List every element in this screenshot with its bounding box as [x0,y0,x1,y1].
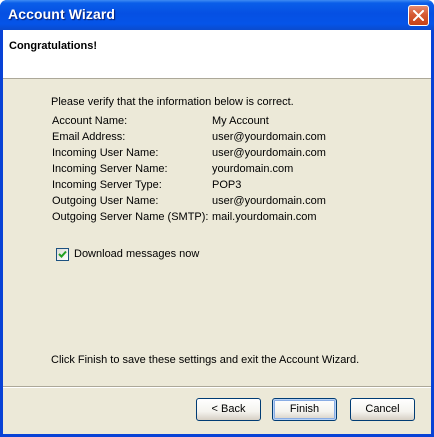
title-bar[interactable]: Account Wizard [0,0,434,30]
info-value: mail.yourdomain.com [212,211,317,223]
cancel-button[interactable]: Cancel [350,398,415,421]
dialog-client-area: Congratulations! Please verify that the … [3,30,431,434]
account-wizard-window: Account Wizard Congratulations! Please v… [0,0,434,437]
finish-button[interactable]: Finish [272,398,337,421]
info-value: user@yourdomain.com [212,147,326,159]
info-label: Incoming User Name: [52,147,159,159]
info-value: user@yourdomain.com [212,131,326,143]
info-value: user@yourdomain.com [212,195,326,207]
info-label: Email Address: [52,131,126,143]
info-value: My Account [212,115,269,127]
info-label: Account Name: [52,115,128,127]
info-label: Incoming Server Type: [52,179,162,191]
info-value: yourdomain.com [212,163,294,175]
page-title: Congratulations! [9,40,97,52]
window-title: Account Wizard [8,6,116,22]
info-label: Outgoing User Name: [52,195,159,207]
verify-instructions: Please verify that the information below… [51,96,294,108]
close-button[interactable] [408,5,429,26]
info-label: Outgoing Server Name (SMTP): [52,211,209,223]
finish-instructions: Click Finish to save these settings and … [51,354,360,366]
checkbox-box[interactable] [56,248,69,261]
info-value: POP3 [212,179,242,191]
wizard-header: Congratulations! [3,30,431,79]
info-label: Incoming Server Name: [52,163,168,175]
back-button[interactable]: < Back [196,398,261,421]
button-separator [3,386,431,388]
download-messages-label[interactable]: Download messages now [74,248,199,260]
